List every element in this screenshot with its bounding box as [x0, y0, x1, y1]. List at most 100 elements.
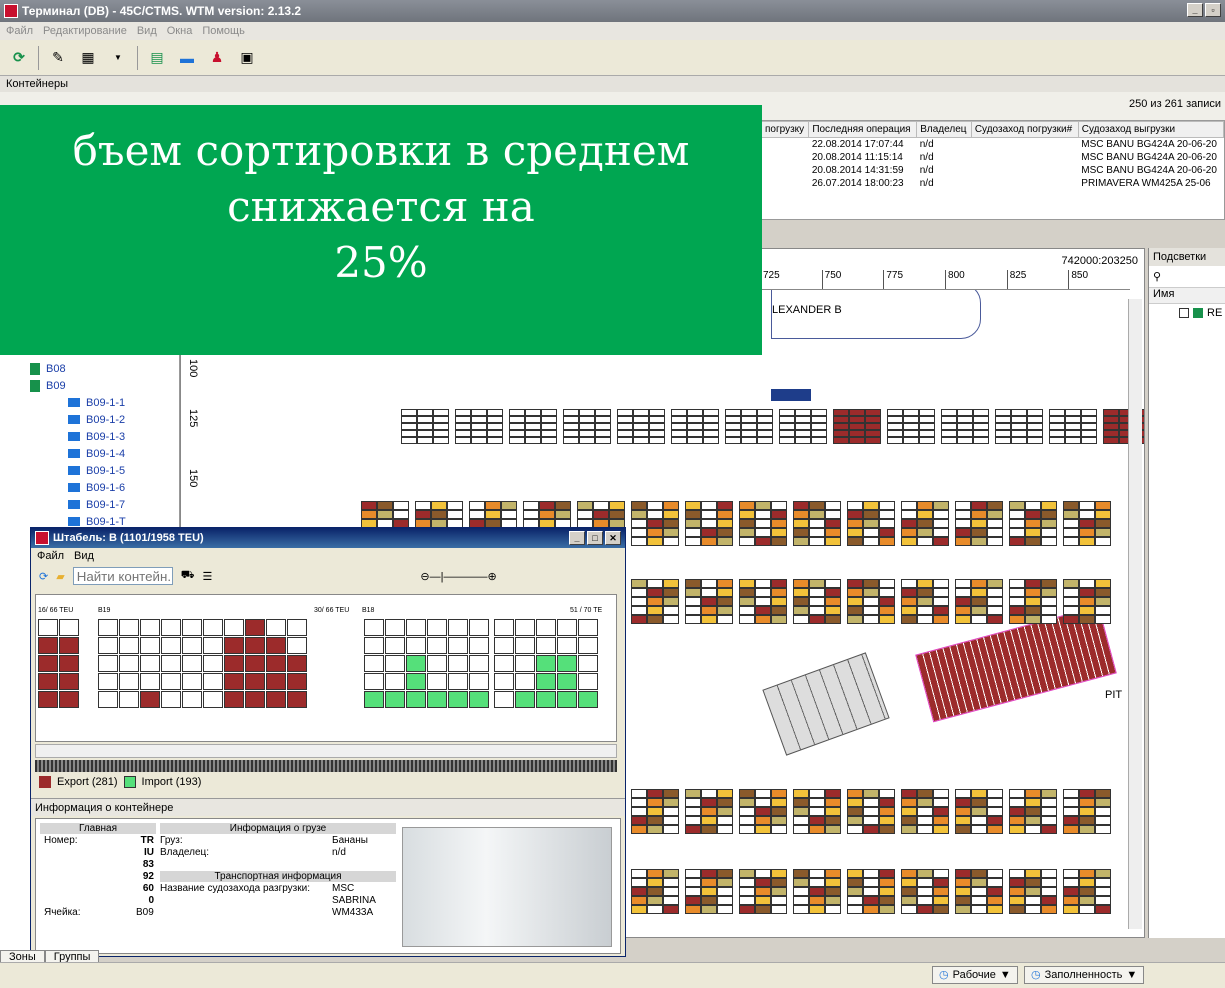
stack-slot[interactable] — [364, 619, 384, 636]
yard-stack[interactable] — [1009, 579, 1057, 624]
stack-slot[interactable] — [287, 637, 307, 654]
table-row[interactable]: 22.08.2014 17:07:44 n/d MSC BANU BG424A 20… — [762, 138, 1224, 152]
yard-stack[interactable] — [955, 789, 1003, 834]
grid-select-icon[interactable]: ▦ — [77, 47, 99, 69]
col-name[interactable]: Имя — [1149, 288, 1225, 304]
stack-slot[interactable] — [203, 691, 223, 708]
yard-stack[interactable] — [563, 409, 611, 444]
stack-slot[interactable] — [385, 691, 405, 708]
stack-slot[interactable] — [161, 673, 181, 690]
tree-item-row[interactable]: B09-1-1 — [30, 394, 126, 411]
stack-slot[interactable] — [557, 619, 577, 636]
stack-slot[interactable] — [119, 637, 139, 654]
yard-stack[interactable] — [455, 409, 503, 444]
fill-dropdown[interactable]: ◷ Заполненность ▼ — [1024, 966, 1145, 984]
stack-slot[interactable] — [578, 637, 598, 654]
col-last-operation[interactable]: Последняя операция — [808, 121, 918, 138]
stack-slot[interactable] — [59, 637, 79, 654]
yard-stack[interactable] — [725, 409, 773, 444]
yard-stack[interactable] — [509, 409, 557, 444]
stack-slot[interactable] — [224, 655, 244, 672]
stack-slot[interactable] — [385, 619, 405, 636]
yard-stack[interactable] — [1063, 789, 1111, 834]
stack-slot[interactable] — [448, 619, 468, 636]
stack-slot[interactable] — [59, 691, 79, 708]
yard-stack[interactable] — [1009, 869, 1057, 914]
table-row[interactable]: 26.07.2014 18:00:23 n/d PRIMAVERA WM425A 2… — [762, 177, 1224, 190]
yard-stack[interactable] — [1063, 579, 1111, 624]
stack-slot[interactable] — [224, 637, 244, 654]
stack-slot[interactable] — [557, 673, 577, 690]
menu-view[interactable]: Вид — [137, 25, 157, 37]
stack-slot[interactable] — [469, 655, 489, 672]
yard-stack[interactable] — [955, 501, 1003, 546]
yard-stack[interactable] — [793, 579, 841, 624]
dropdown-arrow-icon[interactable]: ▼ — [107, 47, 129, 69]
stack-overview-strip[interactable] — [35, 760, 617, 772]
stack-slot[interactable] — [224, 619, 244, 636]
stack-slot[interactable] — [266, 619, 286, 636]
search-input[interactable] — [72, 567, 173, 585]
stack-slot[interactable] — [203, 673, 223, 690]
containers-grid[interactable]: погрузку Последняя операция Владелец Суд… — [760, 120, 1225, 220]
stack-slot[interactable] — [536, 655, 556, 672]
yard-stack[interactable] — [685, 501, 733, 546]
yard-stack[interactable] — [793, 501, 841, 546]
list-icon[interactable]: ☰ — [203, 570, 213, 583]
stack-slot[interactable] — [494, 655, 514, 672]
yard-stack[interactable] — [847, 579, 895, 624]
stack-slot[interactable] — [427, 637, 447, 654]
stack-slot[interactable] — [427, 691, 447, 708]
empty-block[interactable] — [762, 652, 890, 756]
stack-view[interactable]: 16/ 66 TEU B19 30/ 66 TEU B18 51 / 70 TE — [35, 594, 617, 742]
stack-slot[interactable] — [385, 673, 405, 690]
col-loading[interactable]: погрузку — [760, 121, 810, 138]
stack-slot[interactable] — [406, 619, 426, 636]
refresh-icon[interactable]: ⟳ — [39, 570, 48, 583]
stack-slot[interactable] — [140, 637, 160, 654]
yard-stack[interactable] — [901, 869, 949, 914]
yard-stack[interactable] — [833, 409, 881, 444]
stack-slot[interactable] — [557, 691, 577, 708]
stack-slot[interactable] — [469, 637, 489, 654]
stack-slot[interactable] — [119, 673, 139, 690]
yard-stack[interactable] — [739, 579, 787, 624]
maximize-button[interactable]: ▫ — [1205, 3, 1221, 17]
zoom-slider[interactable]: ⊖—|————⊕ — [420, 570, 496, 583]
stack-slot[interactable] — [266, 691, 286, 708]
stack-slot[interactable] — [469, 691, 489, 708]
yard-stack[interactable] — [631, 579, 679, 624]
stack-slot[interactable] — [406, 691, 426, 708]
stack-slot[interactable] — [38, 619, 58, 636]
stack-slot[interactable] — [578, 619, 598, 636]
table-row[interactable]: 20.08.2014 14:31:59 n/d MSC BANU BG424A 20… — [762, 164, 1224, 177]
maximize-button[interactable]: □ — [587, 531, 603, 545]
stack-slot[interactable] — [448, 655, 468, 672]
stack-slot[interactable] — [364, 691, 384, 708]
stack-slot[interactable] — [182, 619, 202, 636]
stack-slot[interactable] — [119, 655, 139, 672]
stack-slot[interactable] — [98, 637, 118, 654]
stack-slot[interactable] — [448, 637, 468, 654]
stack-slot[interactable] — [364, 637, 384, 654]
stack-slot[interactable] — [182, 691, 202, 708]
stack-slot[interactable] — [385, 655, 405, 672]
stack-slot[interactable] — [427, 655, 447, 672]
yard-stack[interactable] — [631, 789, 679, 834]
stack-slot[interactable] — [59, 619, 79, 636]
stack-slot[interactable] — [245, 637, 265, 654]
minimize-button[interactable]: _ — [569, 531, 585, 545]
stack-slot[interactable] — [203, 619, 223, 636]
yard-stack[interactable] — [901, 789, 949, 834]
yard-stack[interactable] — [1049, 409, 1097, 444]
stack-slot[interactable] — [245, 691, 265, 708]
yard-stack[interactable] — [955, 579, 1003, 624]
col-load-call[interactable]: Судозаход погрузки# — [970, 121, 1079, 138]
checkbox[interactable] — [1179, 308, 1189, 318]
yard-stack[interactable] — [1009, 789, 1057, 834]
yard-stack[interactable] — [401, 409, 449, 444]
yard-stack[interactable] — [793, 869, 841, 914]
stack-slot[interactable] — [427, 619, 447, 636]
stack-slot[interactable] — [161, 691, 181, 708]
stack-horizontal-scrollbar[interactable] — [35, 744, 617, 758]
